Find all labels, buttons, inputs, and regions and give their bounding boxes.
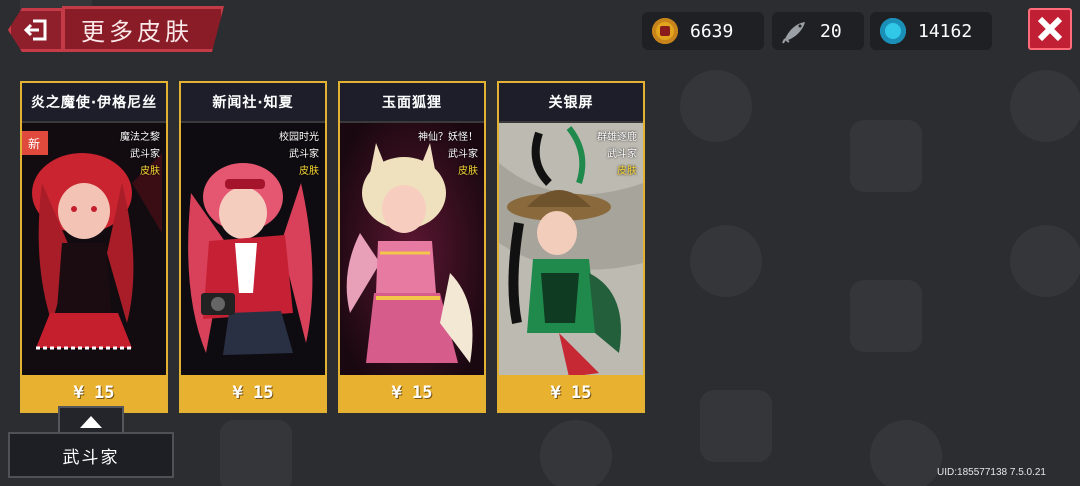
currency-coins: 6639: [642, 12, 764, 50]
tag-class: 武斗家: [448, 149, 478, 160]
close-button[interactable]: [1028, 8, 1072, 50]
skin-card[interactable]: 新闻社·知夏 校园时光 武斗家 皮肤 ¥ 15: [179, 81, 327, 413]
bg-deco: [1010, 225, 1080, 297]
skin-card-tags: 魔法之黎 武斗家 皮肤: [120, 129, 160, 180]
bg-deco: [1010, 70, 1080, 142]
buy-button[interactable]: ¥ 15: [181, 375, 325, 411]
tag-type: 皮肤: [299, 166, 319, 177]
coin-count: 6639: [690, 20, 734, 42]
bg-deco: [690, 225, 762, 297]
skin-card-tags: 校园时光 武斗家 皮肤: [279, 129, 319, 180]
bg-deco: [700, 390, 772, 462]
new-badge: 新: [22, 131, 48, 155]
tag-series: 神仙？妖怪！: [418, 132, 478, 143]
buy-button[interactable]: ¥ 15: [499, 375, 643, 411]
skin-card-title: 玉面狐狸: [340, 83, 484, 123]
gem-icon: [880, 18, 906, 44]
buy-button[interactable]: ¥ 15: [340, 375, 484, 411]
tag-type: 皮肤: [458, 166, 478, 177]
tag-class: 武斗家: [289, 149, 319, 160]
tag-class: 武斗家: [607, 149, 637, 160]
page-title: 更多皮肤: [62, 6, 224, 52]
uid-version-label: UID:185577138 7.5.0.21: [937, 467, 1046, 478]
fish-icon: [782, 18, 808, 44]
skin-card-tags: 神仙？妖怪！ 武斗家 皮肤: [418, 129, 478, 180]
bg-deco: [870, 420, 942, 486]
tag-type: 皮肤: [617, 166, 637, 177]
back-button[interactable]: [8, 8, 64, 52]
tag-series: 魔法之黎: [120, 132, 160, 143]
class-filter-button[interactable]: 武斗家: [8, 432, 174, 478]
exit-icon: [23, 19, 47, 41]
tag-type: 皮肤: [140, 166, 160, 177]
bg-deco: [850, 280, 922, 352]
fish-count: 20: [820, 20, 842, 42]
tag-class: 武斗家: [130, 149, 160, 160]
gem-count: 14162: [918, 20, 973, 42]
coin-icon: [652, 18, 678, 44]
bg-deco: [850, 120, 922, 192]
close-icon: [1037, 16, 1063, 42]
skin-card-title: 关银屏: [499, 83, 643, 123]
skin-card-title: 炎之魔使·伊格尼丝: [22, 83, 166, 123]
currency-gems: 14162: [870, 12, 992, 50]
tag-series: 群雄逐鹿: [597, 132, 637, 143]
tag-series: 校园时光: [279, 132, 319, 143]
currency-fish: 20: [772, 12, 864, 50]
bg-deco: [680, 70, 752, 142]
skin-card[interactable]: 炎之魔使·伊格尼丝 新 魔法之黎 武斗家 皮肤 ¥ 15: [20, 81, 168, 413]
skin-card[interactable]: 关银屏 群雄逐鹿 武斗家 皮肤 ¥ 15: [497, 81, 645, 413]
skin-card-title: 新闻社·知夏: [181, 83, 325, 123]
bg-deco: [220, 420, 292, 486]
bg-deco: [540, 420, 612, 486]
chevron-up-icon: [80, 416, 102, 428]
skin-card[interactable]: 玉面狐狸 神仙？妖怪！ 武斗家 皮肤 ¥ 15: [338, 81, 486, 413]
top-bar: 更多皮肤 6639 20 14162: [0, 0, 1080, 62]
skin-card-tags: 群雄逐鹿 武斗家 皮肤: [597, 129, 637, 180]
